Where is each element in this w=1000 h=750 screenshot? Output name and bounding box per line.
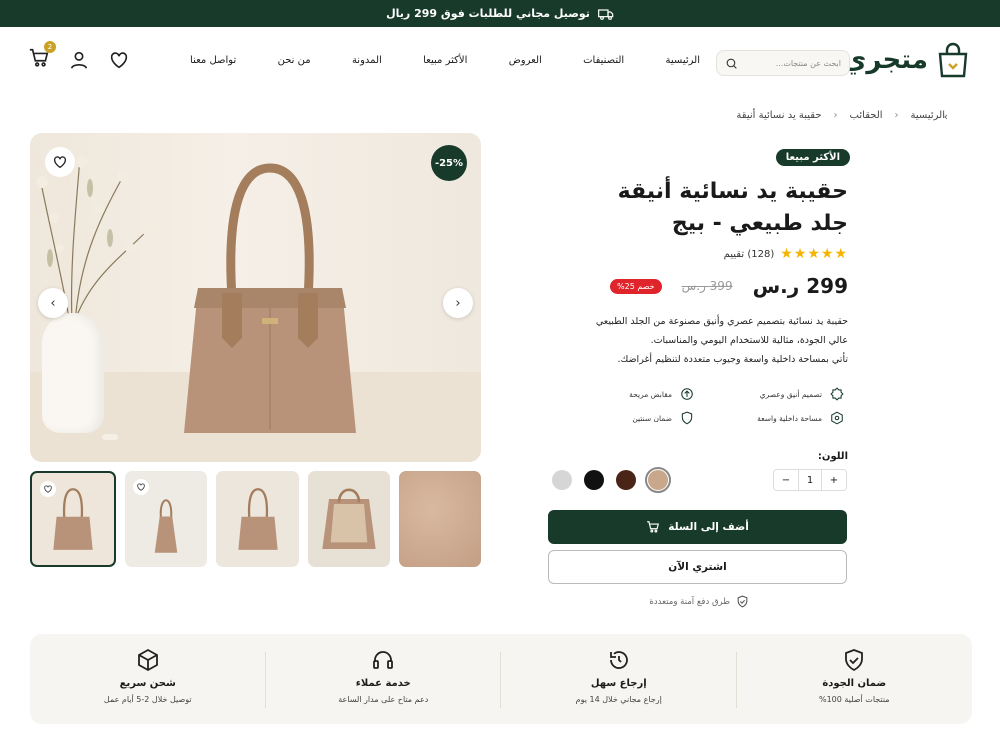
hexagon-icon — [831, 411, 843, 425]
badge-star-icon — [830, 387, 844, 401]
breadcrumb-bags[interactable]: الحقائب — [850, 110, 883, 121]
thumbnail-strip — [30, 471, 482, 567]
arrow-up-circle-icon — [681, 388, 693, 400]
color-swatch-brown[interactable] — [616, 470, 636, 490]
add-to-cart-button[interactable]: أضف إلى السلة — [548, 510, 847, 544]
feature-item: ضمان سنتين — [544, 411, 694, 425]
discount-badge: -25% — [431, 145, 467, 181]
product-main-image: ‹ › -25% — [30, 133, 481, 462]
vase-decoration — [42, 313, 104, 433]
chevron-left-icon: ‹ — [833, 110, 838, 121]
wishlist-heart-icon[interactable] — [108, 49, 130, 71]
perk-quality: ضمان الجودة منتجات أصلية 100% — [737, 634, 973, 724]
cart-icon — [647, 521, 660, 533]
shield-check-icon — [845, 649, 864, 672]
return-icon — [609, 651, 628, 669]
logo-text: متجري — [842, 45, 928, 75]
color-label: اللون: — [817, 451, 848, 462]
feature-item: مساحة داخلية واسعة — [694, 411, 844, 425]
search-box[interactable]: ابحث عن منتجات... — [716, 50, 850, 76]
feature-item: تصميم أنيق وعصري — [694, 387, 844, 401]
nav-item-bestsellers[interactable]: الأكثر مبيعا — [423, 55, 467, 66]
discount-tag: خصم 25% — [610, 278, 662, 294]
search-icon[interactable] — [725, 57, 738, 70]
nav-item-categories[interactable]: التصنيفات — [583, 55, 624, 66]
gallery-dots — [102, 434, 118, 440]
quantity-value[interactable]: 1 — [798, 470, 822, 490]
product-description: حقيبة يد نسائية بتصميم عصري وأنيق مصنوعة… — [595, 316, 848, 365]
announcement-text: توصيل مجاني للطلبات فوق 299 ريال — [386, 7, 590, 20]
announcement-bar: توصيل مجاني للطلبات فوق 299 ريال — [0, 0, 1000, 27]
gallery-wishlist-button[interactable] — [45, 147, 75, 177]
nav-item-contact[interactable]: تواصل معنا — [190, 55, 236, 66]
product-rating: ★★★★★ (128) تقييم — [724, 246, 848, 262]
secure-payment-note: طرق دفع آمنة ومتعددة — [649, 595, 749, 608]
shield-check-icon — [737, 595, 748, 608]
nav-item-home[interactable]: الرئيسية — [666, 55, 700, 66]
shopping-bag-logo-icon — [938, 42, 968, 78]
thumbnail-4[interactable] — [307, 471, 390, 567]
feature-item: مقابض مريحة — [544, 387, 694, 401]
buy-now-button[interactable]: اشتري الآن — [548, 550, 847, 584]
breadcrumb: الرئيسية ‹ الحقائب ‹ حقيبة يد نسائية أني… — [736, 110, 945, 121]
handbag-image — [184, 163, 356, 433]
gallery-next-button[interactable]: › — [443, 288, 473, 318]
color-swatches — [552, 467, 671, 493]
thumbnail-2[interactable] — [125, 471, 208, 567]
feature-list: تصميم أنيق وعصري مقابض مريحة مساحة داخلي… — [544, 387, 844, 425]
box-icon — [137, 648, 158, 672]
gallery-prev-button[interactable]: ‹ — [38, 288, 68, 318]
truck-icon — [597, 8, 614, 20]
perk-returns: إرجاع سهل إرجاع مجاني خلال 14 يوم — [501, 634, 737, 724]
chevron-left-icon: ‹ — [894, 110, 899, 121]
bestseller-badge: الأكثر مبيعا — [775, 149, 850, 166]
thumbnail-1[interactable] — [30, 471, 117, 567]
thumbnail-5[interactable] — [398, 471, 482, 567]
perk-support: خدمة عملاء دعم متاح على مدار الساعة — [266, 634, 502, 724]
star-icons: ★★★★★ — [780, 246, 848, 262]
cart-count-badge: 2 — [44, 41, 56, 53]
main-nav: الرئيسية التصنيفات العروض الأكثر مبيعا ا… — [190, 55, 700, 66]
nav-item-offers[interactable]: العروض — [509, 55, 542, 66]
perk-shipping: شحن سريع توصيل خلال 2-5 أيام عمل — [30, 634, 266, 724]
rating-count[interactable]: (128) تقييم — [724, 249, 775, 260]
search-input[interactable]: ابحث عن منتجات... — [776, 59, 841, 68]
user-icon[interactable] — [68, 49, 90, 71]
nav-item-about[interactable]: من نحن — [278, 55, 311, 66]
old-price: 399 ر.س — [681, 279, 733, 293]
color-swatch-black[interactable] — [584, 470, 604, 490]
headset-icon — [373, 651, 394, 669]
breadcrumb-current: حقيبة يد نسائية أنيقة — [736, 110, 822, 121]
quantity-stepper: − 1 + — [773, 469, 847, 491]
product-title: حقيبة يد نسائية أنيقة جلد طبيعي - بيج — [617, 179, 848, 236]
nav-item-blog[interactable]: المدونة — [352, 55, 382, 66]
heart-icon — [54, 156, 66, 169]
breadcrumb-home[interactable]: الرئيسية — [911, 110, 945, 121]
heart-icon[interactable] — [40, 481, 56, 497]
cart-button[interactable]: 2 — [28, 41, 56, 73]
color-swatch-beige[interactable] — [645, 467, 671, 493]
decrease-button[interactable]: − — [774, 475, 798, 486]
thumbnail-3[interactable] — [216, 471, 299, 567]
current-price: 299 ر.س — [752, 274, 848, 298]
perks-bar: ضمان الجودة منتجات أصلية 100% إرجاع سهل … — [30, 634, 972, 724]
color-swatch-gray[interactable] — [552, 470, 572, 490]
shield-icon — [681, 411, 693, 425]
price-row: 299 ر.س 399 ر.س خصم 25% — [610, 274, 848, 298]
logo[interactable]: متجري — [843, 42, 970, 78]
site-header: متجري ابحث عن منتجات... الرئيسية التصنيف… — [0, 27, 1000, 99]
increase-button[interactable]: + — [822, 475, 846, 486]
